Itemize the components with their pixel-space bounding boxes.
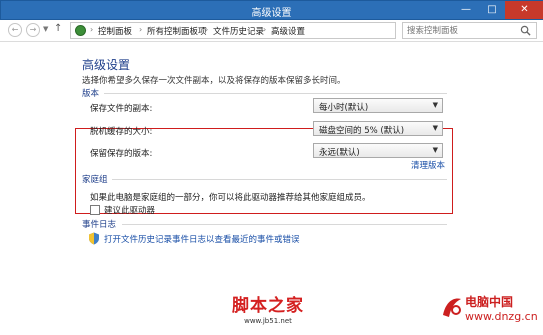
breadcrumb-file-history[interactable]: 文件历史记录	[213, 25, 264, 37]
recent-locations-chevron-icon[interactable]: ▼	[43, 25, 48, 33]
control-panel-icon	[75, 25, 86, 36]
address-bar[interactable]: › 控制面板 › 所有控制面板项 › 文件历史记录 › 高级设置 ▼ ⟳	[70, 22, 464, 39]
homegroup-heading: 家庭组	[82, 175, 108, 185]
chevron-down-icon: ▼	[432, 124, 438, 132]
maximize-button[interactable]: □	[479, 1, 505, 19]
offline-cache-dropdown[interactable]: 磁盘空间的 5% (默认) ▼	[313, 121, 443, 136]
title-bar: 高级设置 — □ ✕	[0, 0, 543, 20]
offline-cache-label: 脱机缓存的大小:	[90, 127, 153, 137]
keep-versions-value: 永远(默认)	[319, 148, 360, 158]
copy-frequency-label: 保存文件的副本:	[90, 104, 153, 114]
eventlog-heading: 事件日志	[82, 220, 117, 230]
breadcrumb-advanced-settings[interactable]: 高级设置	[271, 25, 305, 37]
breadcrumb-separator: ›	[205, 25, 209, 34]
forward-button[interactable]: →	[26, 23, 40, 37]
breadcrumb-separator: ›	[139, 25, 143, 34]
breadcrumb-control-panel[interactable]: 控制面板	[98, 25, 132, 37]
breadcrumb-all-items[interactable]: 所有控制面板项	[147, 25, 207, 37]
search-icon[interactable]	[520, 25, 531, 36]
page-title: 高级设置	[82, 58, 131, 72]
jb51-watermark-title: 脚本之家	[232, 296, 304, 316]
recommend-drive-label[interactable]: 建议此驱动器	[104, 204, 155, 216]
recommend-drive-checkbox[interactable]	[90, 205, 100, 215]
copy-frequency-dropdown[interactable]: 每小时(默认) ▼	[313, 98, 443, 113]
dnzg-logo-icon	[443, 298, 461, 317]
homegroup-description: 如果此电脑是家庭组的一部分，你可以将此驱动器推荐给其他家庭组成员。	[90, 193, 371, 203]
copy-frequency-value: 每小时(默认)	[319, 103, 369, 113]
chevron-down-icon: ▼	[432, 146, 438, 154]
navigation-bar: ← → ▼ ↑ › 控制面板 › 所有控制面板项 › 文件历史记录 › 高级设置…	[0, 20, 543, 42]
search-input[interactable]	[407, 24, 519, 37]
offline-cache-value: 磁盘空间的 5% (默认)	[319, 126, 405, 136]
keep-versions-label: 保留保存的版本:	[90, 149, 153, 159]
eventlog-divider	[122, 224, 447, 225]
dnzg-watermark-name: 电脑中国	[465, 295, 514, 309]
versions-divider	[104, 93, 447, 94]
page-description: 选择你希望多久保存一次文件副本，以及将保存的版本保留多长时间。	[82, 76, 346, 86]
minimize-button[interactable]: —	[453, 1, 479, 19]
keep-versions-dropdown[interactable]: 永远(默认) ▼	[313, 143, 443, 158]
back-button[interactable]: ←	[8, 23, 22, 37]
jb51-watermark: 脚本之家 www.jb51.net	[232, 291, 304, 325]
chevron-down-icon: ▼	[432, 101, 438, 109]
breadcrumb-separator: ›	[90, 25, 94, 34]
homegroup-divider	[112, 179, 447, 180]
close-button[interactable]: ✕	[505, 1, 543, 19]
dnzg-watermark-url: www.dnzg.cn	[465, 310, 538, 323]
open-event-log-link[interactable]: 打开文件历史记录事件日志以查看最近的事件或错误	[104, 233, 300, 245]
search-box[interactable]	[402, 22, 537, 39]
shield-icon	[89, 232, 99, 245]
breadcrumb-separator: ›	[263, 25, 267, 34]
up-button[interactable]: ↑	[54, 23, 62, 34]
cleanup-versions-link[interactable]: 清理版本	[411, 159, 445, 171]
versions-heading: 版本	[82, 89, 100, 99]
jb51-watermark-url: www.jb51.net	[244, 317, 292, 325]
